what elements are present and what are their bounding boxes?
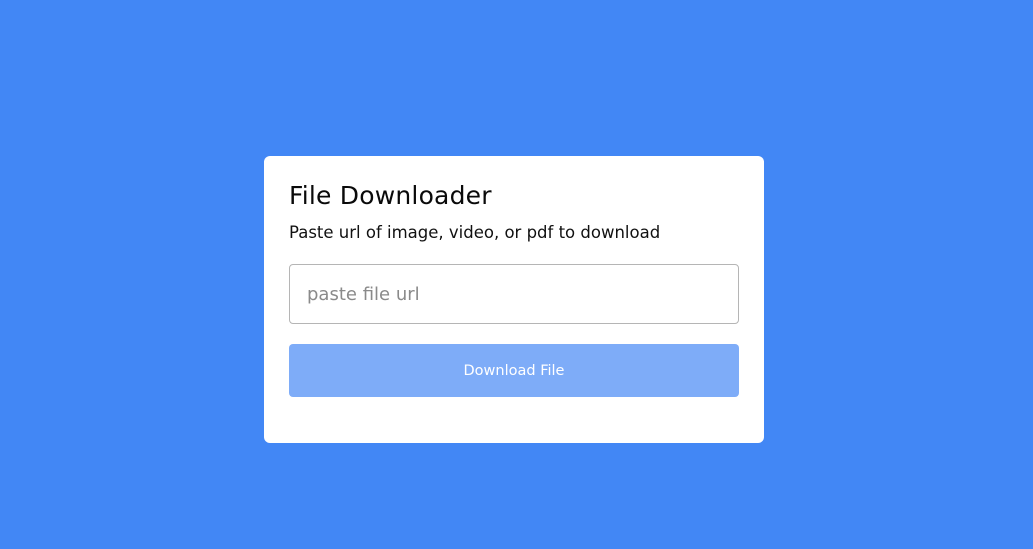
page-title: File Downloader	[289, 181, 492, 210]
page-subtitle: Paste url of image, video, or pdf to dow…	[289, 223, 661, 242]
downloader-card: File Downloader Paste url of image, vide…	[264, 156, 764, 443]
page-background: { "card": { "title": "File Downloader", …	[0, 0, 1033, 549]
file-url-input[interactable]	[289, 264, 739, 324]
download-file-button[interactable]: Download File	[289, 344, 739, 397]
